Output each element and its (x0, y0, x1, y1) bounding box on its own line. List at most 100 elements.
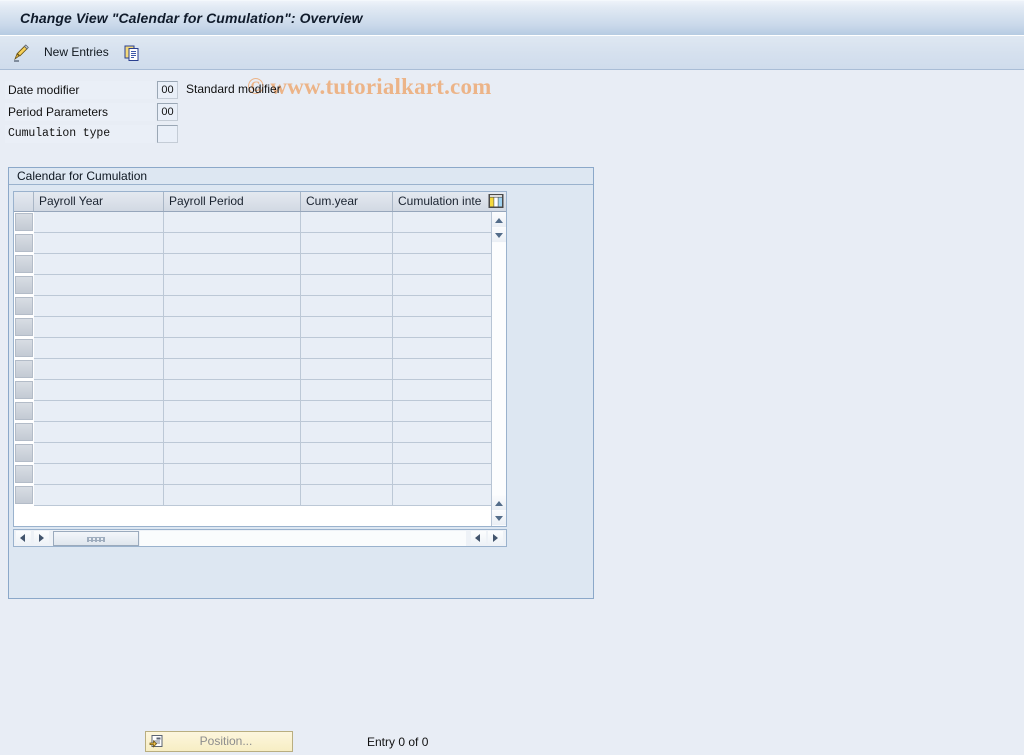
table-cell[interactable] (301, 275, 393, 296)
scroll-down-arrow-icon-bottom[interactable] (492, 511, 506, 525)
table-cell[interactable] (393, 401, 492, 422)
table-cell[interactable] (164, 359, 301, 380)
table-cell[interactable] (164, 254, 301, 275)
table-cell[interactable] (393, 359, 492, 380)
row-selector[interactable] (15, 297, 33, 315)
scroll-down-arrow-icon[interactable] (492, 228, 506, 242)
table-row[interactable] (14, 380, 506, 401)
scroll-up-arrow-icon-bottom[interactable] (492, 496, 506, 510)
table-cell[interactable] (393, 485, 492, 506)
table-cell[interactable] (164, 401, 301, 422)
table-cell[interactable] (34, 296, 164, 317)
table-cell[interactable] (301, 443, 393, 464)
table-cell[interactable] (34, 233, 164, 254)
table-cell[interactable] (393, 296, 492, 317)
table-cell[interactable] (34, 380, 164, 401)
table-row[interactable] (14, 338, 506, 359)
scroll-left-arrow-icon-end[interactable] (471, 531, 486, 545)
table-column-header[interactable]: Payroll Period (164, 192, 301, 211)
copy-icon[interactable] (122, 43, 142, 63)
table-settings-icon[interactable] (486, 192, 506, 211)
table-cell[interactable] (164, 275, 301, 296)
row-selector[interactable] (15, 255, 33, 273)
scroll-right-arrow-icon-end[interactable] (488, 531, 503, 545)
table-cell[interactable] (393, 212, 492, 233)
table-cell[interactable] (34, 443, 164, 464)
table-cell[interactable] (34, 254, 164, 275)
table-cell[interactable] (34, 317, 164, 338)
table-cell[interactable] (301, 359, 393, 380)
table-cell[interactable] (164, 464, 301, 485)
table-cell[interactable] (34, 212, 164, 233)
table-cell[interactable] (164, 212, 301, 233)
table-row[interactable] (14, 275, 506, 296)
table-cell[interactable] (393, 338, 492, 359)
table-cell[interactable] (34, 359, 164, 380)
row-selector[interactable] (15, 423, 33, 441)
scroll-right-arrow-icon[interactable] (34, 531, 49, 545)
table-column-header[interactable]: Payroll Year (34, 192, 164, 211)
table-cell[interactable] (301, 338, 393, 359)
table-cell[interactable] (301, 317, 393, 338)
new-entries-button[interactable]: New Entries (44, 45, 109, 59)
row-selector[interactable] (15, 318, 33, 336)
table-cell[interactable] (34, 275, 164, 296)
table-row[interactable] (14, 296, 506, 317)
row-selector[interactable] (15, 339, 33, 357)
table-cell[interactable] (393, 380, 492, 401)
row-selector[interactable] (15, 444, 33, 462)
table-cell[interactable] (301, 485, 393, 506)
table-cell[interactable] (34, 338, 164, 359)
table-vertical-scrollbar[interactable] (491, 212, 506, 526)
row-selector[interactable] (15, 381, 33, 399)
table-header-select-all[interactable] (14, 192, 34, 211)
form-input[interactable] (157, 125, 178, 143)
table-row[interactable] (14, 443, 506, 464)
row-selector[interactable] (15, 213, 33, 231)
row-selector[interactable] (15, 276, 33, 294)
horizontal-scroll-track[interactable] (140, 531, 466, 546)
table-cell[interactable] (164, 380, 301, 401)
table-cell[interactable] (393, 275, 492, 296)
form-input[interactable] (157, 103, 178, 121)
table-cell[interactable] (301, 254, 393, 275)
table-cell[interactable] (393, 254, 492, 275)
horizontal-scroll-thumb[interactable] (53, 531, 139, 546)
table-row[interactable] (14, 212, 506, 233)
table-cell[interactable] (34, 485, 164, 506)
pencil-create-icon[interactable] (12, 43, 32, 63)
table-row[interactable] (14, 464, 506, 485)
table-row[interactable] (14, 317, 506, 338)
position-button[interactable]: Position... (145, 731, 293, 752)
table-cell[interactable] (34, 464, 164, 485)
scroll-left-arrow-icon[interactable] (16, 531, 31, 545)
table-cell[interactable] (393, 317, 492, 338)
table-row[interactable] (14, 254, 506, 275)
table-cell[interactable] (301, 464, 393, 485)
table-cell[interactable] (393, 233, 492, 254)
table-row[interactable] (14, 401, 506, 422)
table-cell[interactable] (301, 233, 393, 254)
table-row[interactable] (14, 422, 506, 443)
row-selector[interactable] (15, 486, 33, 504)
table-row[interactable] (14, 359, 506, 380)
table-cell[interactable] (393, 422, 492, 443)
table-cell[interactable] (301, 296, 393, 317)
table-cell[interactable] (301, 212, 393, 233)
table-cell[interactable] (301, 380, 393, 401)
row-selector[interactable] (15, 402, 33, 420)
table-row[interactable] (14, 485, 506, 506)
table-column-header[interactable]: Cumulation inte (393, 192, 492, 211)
form-input[interactable] (157, 81, 178, 99)
vertical-scroll-track[interactable] (492, 243, 506, 495)
table-cell[interactable] (393, 443, 492, 464)
table-cell[interactable] (393, 464, 492, 485)
table-cell[interactable] (164, 422, 301, 443)
table-cell[interactable] (164, 485, 301, 506)
table-row[interactable] (14, 233, 506, 254)
scroll-up-arrow-icon[interactable] (492, 213, 506, 227)
table-cell[interactable] (164, 338, 301, 359)
table-cell[interactable] (34, 422, 164, 443)
table-column-header[interactable]: Cum.year (301, 192, 393, 211)
table-cell[interactable] (34, 401, 164, 422)
